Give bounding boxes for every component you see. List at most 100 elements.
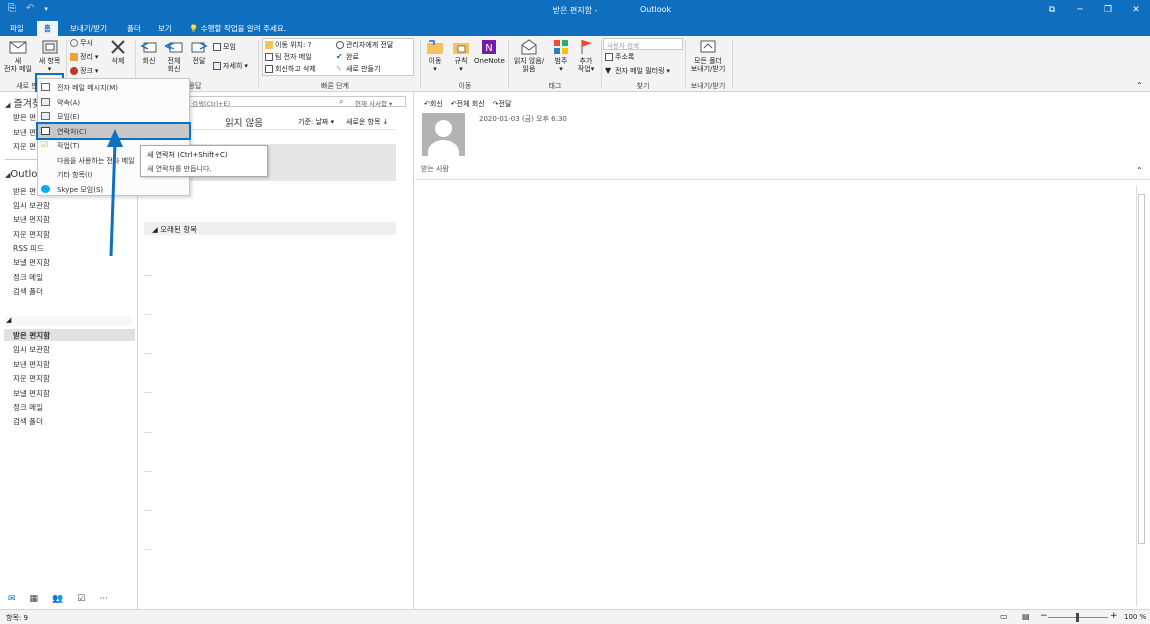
zoom-level[interactable]: 100 %: [1124, 613, 1146, 621]
folder-item[interactable]: 정크 메일: [13, 402, 43, 413]
folder-item[interactable]: 보낼 편지함: [13, 257, 50, 268]
group-header-older[interactable]: ◢ 오래된 항목: [144, 222, 396, 235]
more-respond-button[interactable]: 자세히 ▾: [213, 62, 248, 70]
search-icon[interactable]: ⌕: [339, 97, 343, 107]
tab-home[interactable]: 홈: [37, 21, 58, 36]
folder-item[interactable]: 지운 편지함: [13, 373, 50, 384]
filter-email-button[interactable]: ▼ 전자 메일 필터링 ▾: [605, 67, 670, 76]
menu-item-email-message[interactable]: 전자 메일 메시지(M): [38, 80, 189, 94]
folder-item[interactable]: 지운 편: [13, 141, 36, 152]
reply-all-button[interactable]: 전체 회신: [162, 39, 186, 73]
tab-view[interactable]: 보기: [158, 23, 172, 34]
folder-item[interactable]: 임시 보관함: [13, 344, 50, 355]
meeting-icon: [41, 112, 50, 120]
junk-icon: [70, 67, 78, 75]
folder-item-inbox-selected[interactable]: 받은 편지함: [13, 330, 50, 341]
folder-item[interactable]: 보낸 편지함: [13, 214, 50, 225]
folder-item[interactable]: 검색 폴더: [13, 416, 43, 427]
flag-icon: [581, 40, 592, 54]
reading-view-icon[interactable]: ▤: [1022, 612, 1030, 621]
more-icon[interactable]: ···: [99, 594, 108, 604]
cleanup-button[interactable]: 정리 ▾: [70, 53, 98, 61]
ribbon-display-button[interactable]: ⧉: [1038, 0, 1066, 20]
reading-pane: ↶회신 ↶전체 회신 ↷전달 2020-01-03 (금) 오후 6:30 받는…: [415, 92, 1150, 609]
unread-read-button[interactable]: 읽지 않음/ 읽음: [511, 39, 547, 73]
account-header[interactable]: ◢Outlo: [5, 169, 37, 180]
folder-item[interactable]: 보낸 편: [13, 127, 36, 138]
checkmark-icon: ✔: [336, 52, 343, 61]
folder-item[interactable]: 지운 편지함: [13, 229, 50, 240]
onenote-button[interactable]: N OneNote: [474, 39, 505, 65]
folder-item[interactable]: 검색 폴더: [13, 286, 43, 297]
menu-item-appointment[interactable]: 약속(A): [38, 95, 189, 109]
zoom-in-button[interactable]: +: [1110, 611, 1118, 621]
quick-step-to-manager[interactable]: 관리자에게 전달: [336, 41, 393, 49]
rules-icon: [453, 43, 469, 54]
group-label-find: 찾기: [636, 82, 650, 90]
mail-icon[interactable]: ✉: [8, 594, 16, 604]
collapse-header-icon[interactable]: ⌃: [1136, 166, 1143, 175]
ignore-button[interactable]: 무시: [70, 39, 93, 47]
manager-icon: [336, 41, 344, 49]
rules-button[interactable]: 규칙 ▾: [450, 39, 472, 73]
normal-view-icon[interactable]: ▭: [1000, 612, 1008, 621]
sort-order-toggle[interactable]: 새로운 항목 ↓: [346, 117, 389, 127]
categorize-button[interactable]: 범주 ▾: [550, 39, 572, 73]
envelope-open-icon: [521, 39, 537, 55]
reading-scrollbar[interactable]: [1136, 186, 1145, 606]
folder-item[interactable]: 임시 보관함: [13, 200, 50, 211]
folder-item[interactable]: 받은 편: [13, 112, 36, 123]
followup-button[interactable]: 추가 작업▾: [575, 39, 597, 73]
quick-step-create-new[interactable]: ϟ 새로 만들기: [336, 65, 380, 74]
folder-item[interactable]: 받은 편: [13, 186, 36, 197]
quick-step-reply-delete[interactable]: 회신하고 삭제: [265, 65, 316, 73]
search-scope-select[interactable]: 현재 사서함 ▾: [355, 98, 392, 108]
folder-item[interactable]: 정크 메일: [13, 272, 43, 283]
search-input[interactable]: 검색(Ctrl+E) ⌕ 현재 사서함 ▾: [188, 96, 406, 108]
forward-button[interactable]: 전달: [188, 39, 210, 65]
recipients-label: 받는 사람: [421, 165, 449, 173]
people-icon[interactable]: 👥: [52, 594, 63, 604]
quick-step-done[interactable]: ✔ 완료: [336, 52, 359, 62]
restore-button[interactable]: ❐: [1094, 0, 1122, 20]
folder-item[interactable]: 보낼 편지함: [13, 388, 50, 399]
zoom-slider-thumb[interactable]: [1076, 613, 1079, 622]
reply-action[interactable]: ↶회신: [424, 99, 443, 109]
skype-icon: [41, 185, 50, 193]
junk-button[interactable]: 정크 ▾: [70, 67, 98, 75]
tooltip-title: 새 연락처 (Ctrl+Shift+C): [147, 151, 228, 159]
search-people-input[interactable]: 사용자 검색: [603, 38, 683, 50]
quick-step-team-email[interactable]: 팀 전자 메일: [265, 53, 312, 61]
tab-file[interactable]: 파일: [10, 23, 24, 34]
meeting-icon: [213, 43, 221, 51]
new-email-button[interactable]: 새 전자 메일: [3, 39, 33, 73]
reply-all-action[interactable]: ↶전체 회신: [451, 99, 485, 109]
address-book-button[interactable]: 주소록: [605, 53, 634, 61]
zoom-out-button[interactable]: −: [1040, 611, 1048, 621]
folder-item[interactable]: RSS 피드: [13, 243, 44, 254]
filter-unread[interactable]: 읽지 않음: [225, 115, 263, 129]
send-receive-all-button[interactable]: 모든 폴더 보내기/받기: [687, 39, 729, 73]
tab-folder[interactable]: 폴더: [127, 23, 141, 34]
close-button[interactable]: ✕: [1122, 0, 1150, 20]
move-button[interactable]: 이동 ▾: [424, 39, 446, 73]
tell-me-box[interactable]: 💡 수행할 작업을 알려 주세요.: [189, 23, 286, 34]
categorize-icon: [554, 40, 568, 54]
minimize-button[interactable]: ─: [1066, 0, 1094, 20]
quick-step-move[interactable]: 이동 위치: ?: [265, 41, 311, 49]
calendar-icon[interactable]: ▦: [30, 594, 39, 604]
sort-by-dropdown[interactable]: 기준: 날짜 ▾: [298, 117, 334, 127]
chevron-down-icon: ▾: [47, 65, 52, 73]
new-items-button[interactable]: 새 항목 ▾: [37, 39, 62, 73]
collapse-account2-icon[interactable]: ◢: [6, 316, 11, 324]
folder-item[interactable]: 보낸 편지함: [13, 359, 50, 370]
delete-button[interactable]: 삭제: [107, 39, 129, 65]
meeting-button[interactable]: 모임: [213, 43, 236, 51]
favorites-header[interactable]: ◢ 즐겨찾: [5, 95, 41, 110]
reply-button[interactable]: 회신: [138, 39, 160, 65]
forward-action[interactable]: ↷전달: [493, 99, 512, 109]
tab-send-receive[interactable]: 보내기/받기: [70, 23, 107, 34]
collapse-ribbon-icon[interactable]: ⌃: [1136, 81, 1143, 90]
tasks-icon[interactable]: ☑: [77, 594, 85, 604]
menu-item-meeting[interactable]: 모임(E): [38, 109, 189, 123]
